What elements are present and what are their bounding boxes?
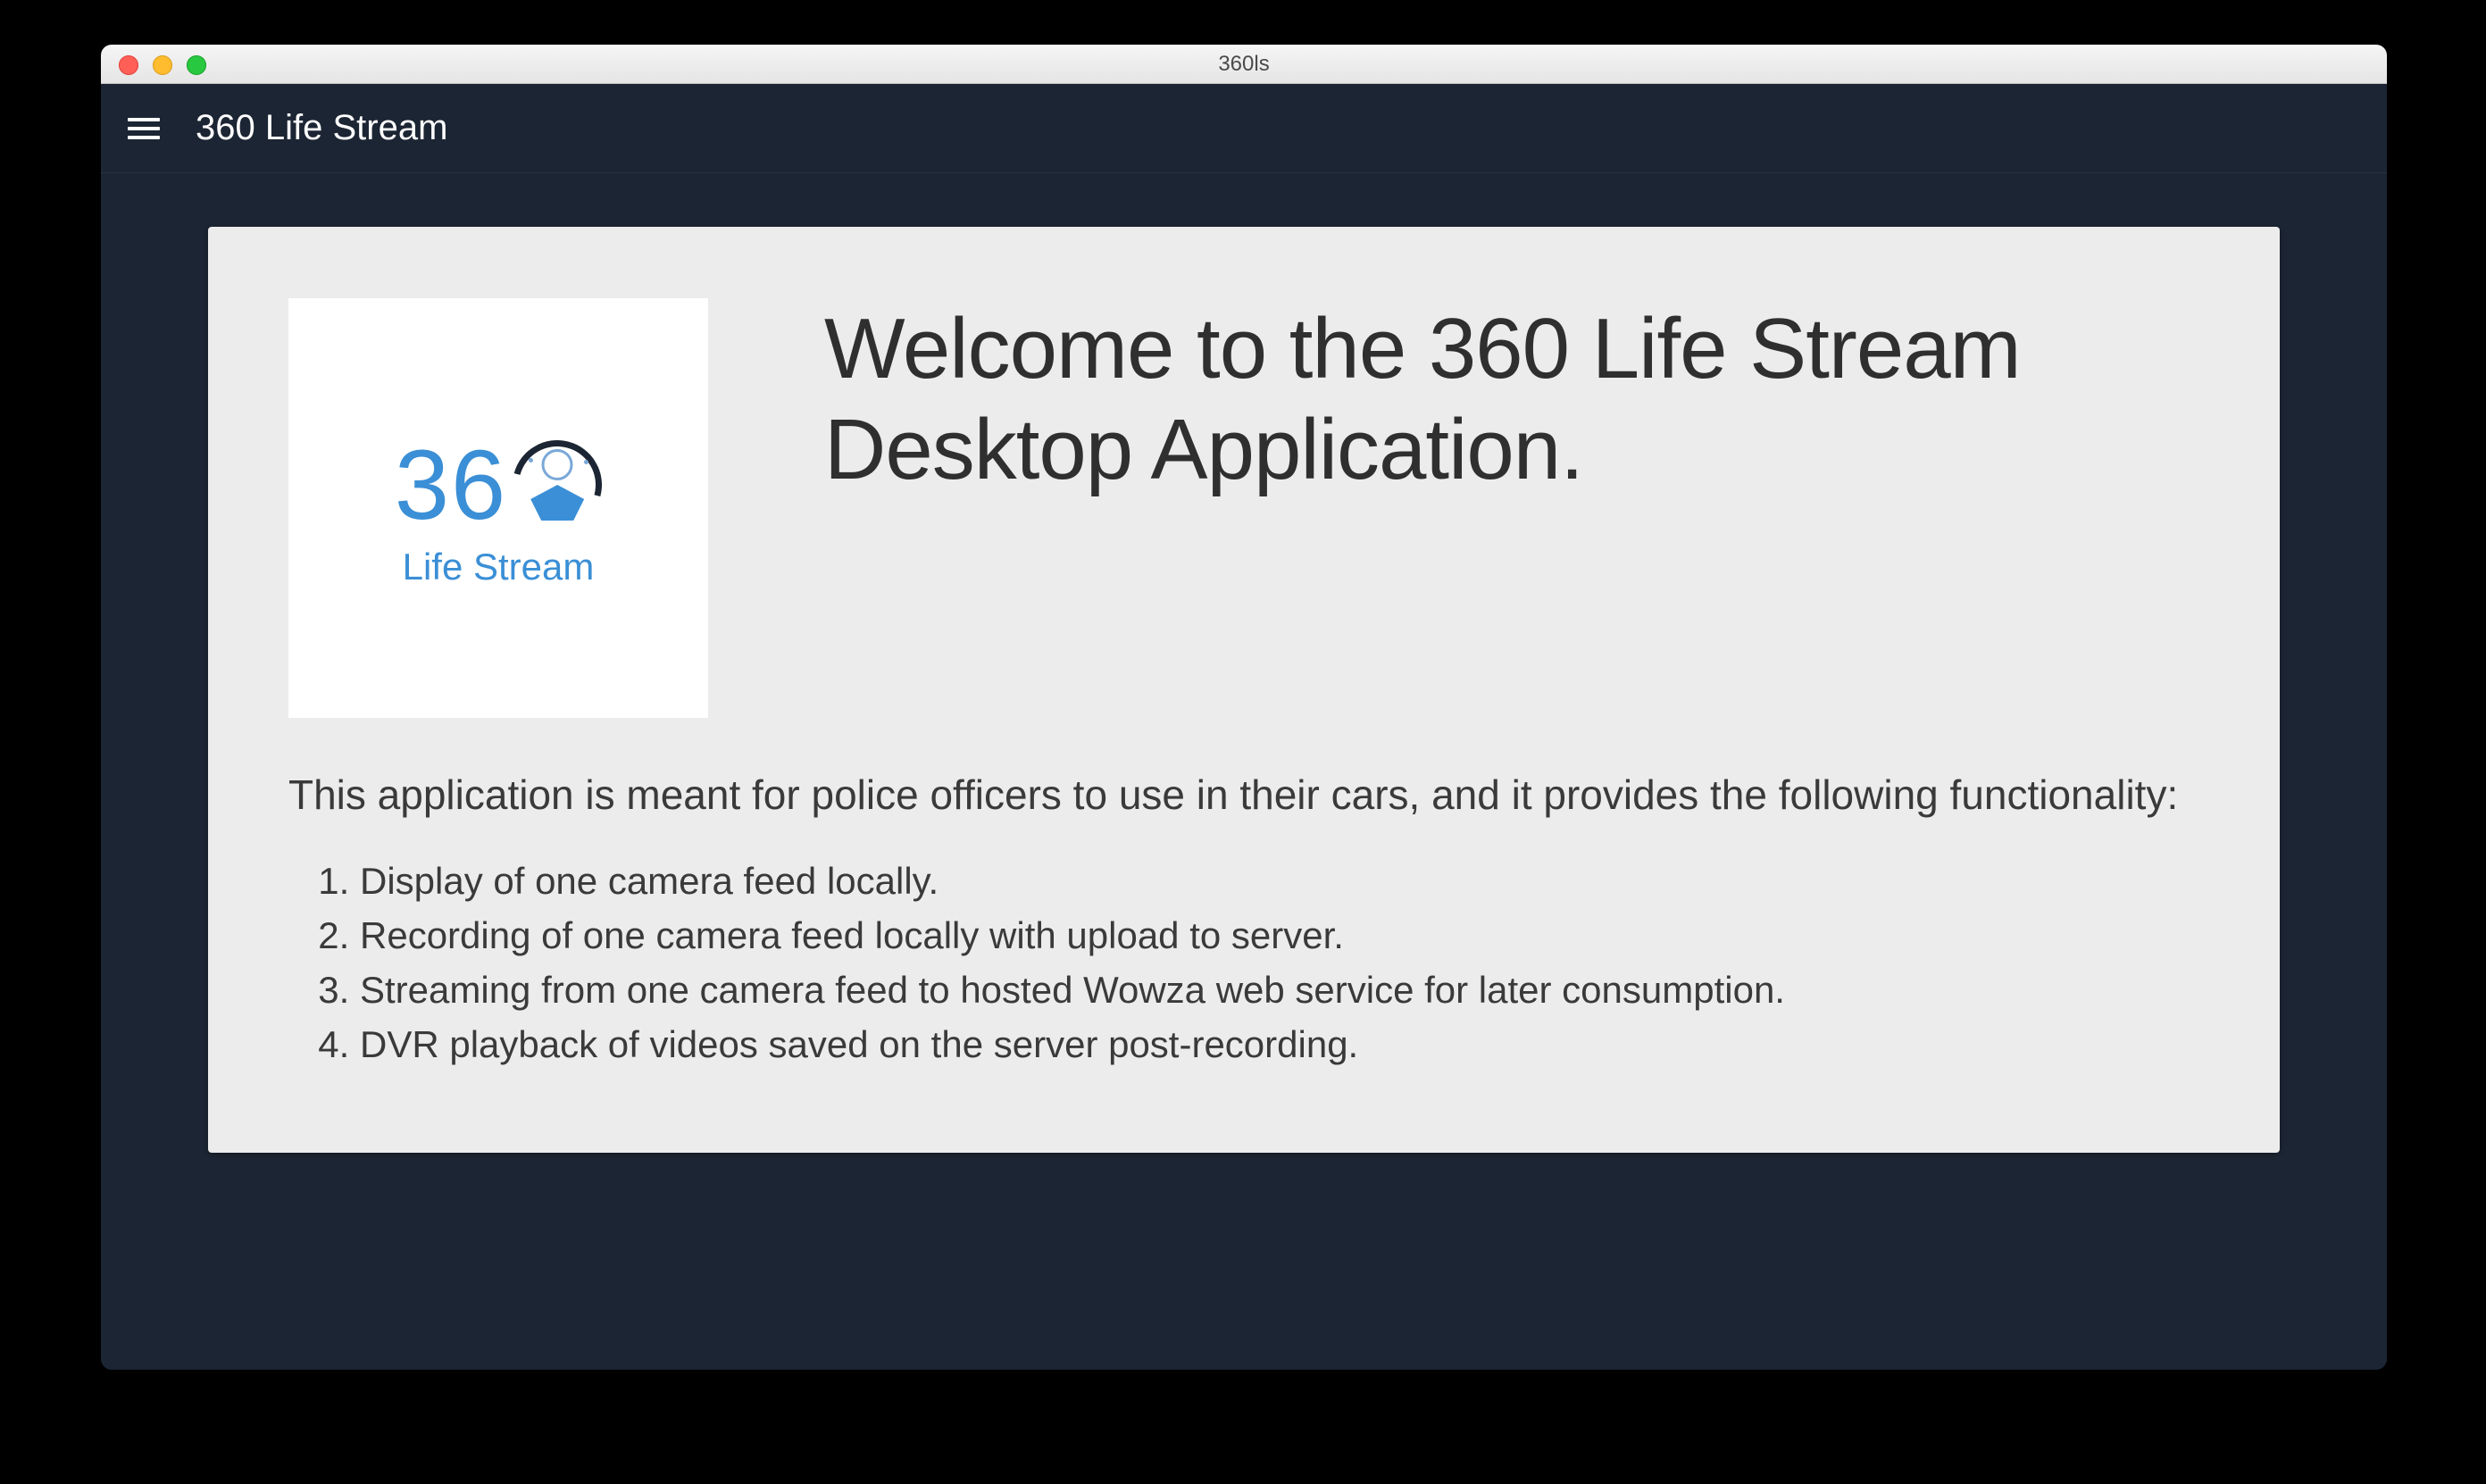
page-heading: Welcome to the 360 Life Stream Desktop A… xyxy=(824,298,2199,501)
logo-subtext: Life Stream xyxy=(403,546,595,588)
app-header: 360 Life Stream xyxy=(101,84,2387,173)
maximize-window-button[interactable] xyxy=(187,55,206,75)
window-title: 360ls xyxy=(101,52,2387,77)
feature-list: Display of one camera feed locally. Reco… xyxy=(288,855,2199,1072)
logo-numeric: 36 xyxy=(395,429,507,542)
close-window-button[interactable] xyxy=(119,55,138,75)
logo-globe-icon xyxy=(513,440,602,529)
hamburger-menu-icon[interactable] xyxy=(128,118,160,139)
app-window: 360ls 360 Life Stream 36 xyxy=(101,45,2387,1370)
content-area: 36 Life Stream Welcome to the 360 Life S… xyxy=(101,173,2387,1206)
welcome-card: 36 Life Stream Welcome to the 360 Life S… xyxy=(208,227,2280,1153)
list-item: Display of one camera feed locally. xyxy=(360,855,2199,909)
intro-text: This application is meant for police off… xyxy=(288,767,2199,822)
list-item: Recording of one camera feed locally wit… xyxy=(360,909,2199,963)
titlebar[interactable]: 360ls xyxy=(101,45,2387,84)
logo: 36 Life Stream xyxy=(288,298,708,718)
list-item: DVR playback of videos saved on the serv… xyxy=(360,1018,2199,1072)
list-item: Streaming from one camera feed to hosted… xyxy=(360,963,2199,1018)
window-controls xyxy=(119,55,206,75)
minimize-window-button[interactable] xyxy=(153,55,172,75)
app-title: 360 Life Stream xyxy=(196,108,447,148)
